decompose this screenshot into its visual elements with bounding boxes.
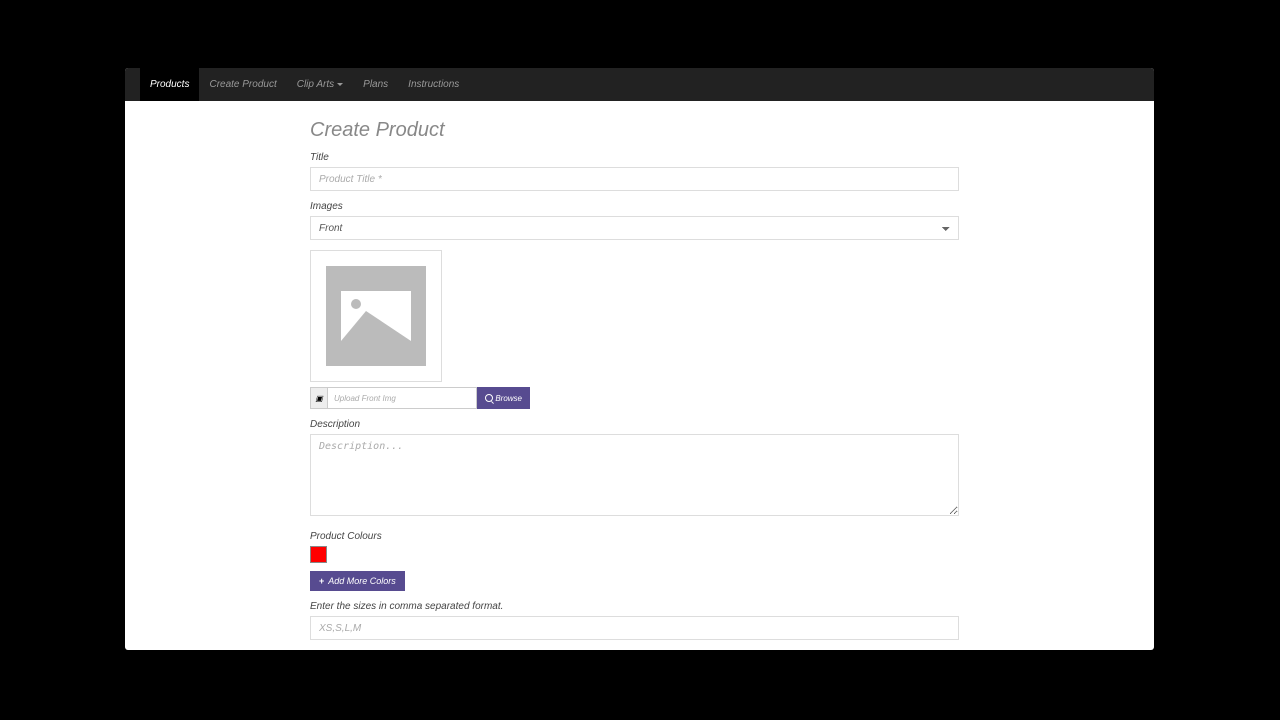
colours-label: Product Colours — [310, 531, 959, 542]
nav-create-product[interactable]: Create Product — [199, 68, 286, 101]
color-swatch[interactable] — [310, 546, 327, 563]
add-colors-label: Add More Colors — [328, 576, 396, 586]
nav-label: Plans — [363, 79, 388, 90]
description-textarea[interactable] — [310, 434, 959, 516]
app-window: Products Create Product Clip Arts Plans … — [125, 68, 1154, 650]
title-input[interactable] — [310, 167, 959, 191]
upload-field[interactable]: Upload Front Img — [328, 387, 477, 409]
image-placeholder-icon — [326, 266, 426, 366]
nav-label: Products — [150, 79, 189, 90]
browse-label: Browse — [495, 394, 522, 403]
page-title: Create Product — [310, 119, 959, 142]
image-icon: ▣ — [310, 387, 328, 409]
navbar: Products Create Product Clip Arts Plans … — [125, 68, 1154, 101]
upload-row: ▣ Upload Front Img Browse — [310, 387, 530, 409]
nav-label: Create Product — [209, 79, 276, 90]
nav-instructions[interactable]: Instructions — [398, 68, 469, 101]
image-preview — [310, 250, 442, 382]
add-more-colors-button[interactable]: + Add More Colors — [310, 571, 405, 591]
chevron-down-icon — [337, 83, 343, 86]
images-label: Images — [310, 201, 959, 212]
sizes-label: Enter the sizes in comma separated forma… — [310, 601, 959, 612]
sizes-input[interactable] — [310, 616, 959, 640]
title-label: Title — [310, 152, 959, 163]
nav-plans[interactable]: Plans — [353, 68, 398, 101]
description-label: Description — [310, 419, 959, 430]
content: Create Product Title Images Front ▣ Uplo… — [125, 101, 1154, 650]
nav-label: Clip Arts — [297, 79, 334, 90]
nav-products[interactable]: Products — [140, 68, 199, 101]
nav-clip-arts[interactable]: Clip Arts — [287, 68, 353, 101]
search-icon — [485, 394, 493, 402]
plus-icon: + — [319, 576, 324, 586]
images-select[interactable]: Front — [310, 216, 959, 240]
nav-label: Instructions — [408, 79, 459, 90]
browse-button[interactable]: Browse — [477, 387, 530, 409]
